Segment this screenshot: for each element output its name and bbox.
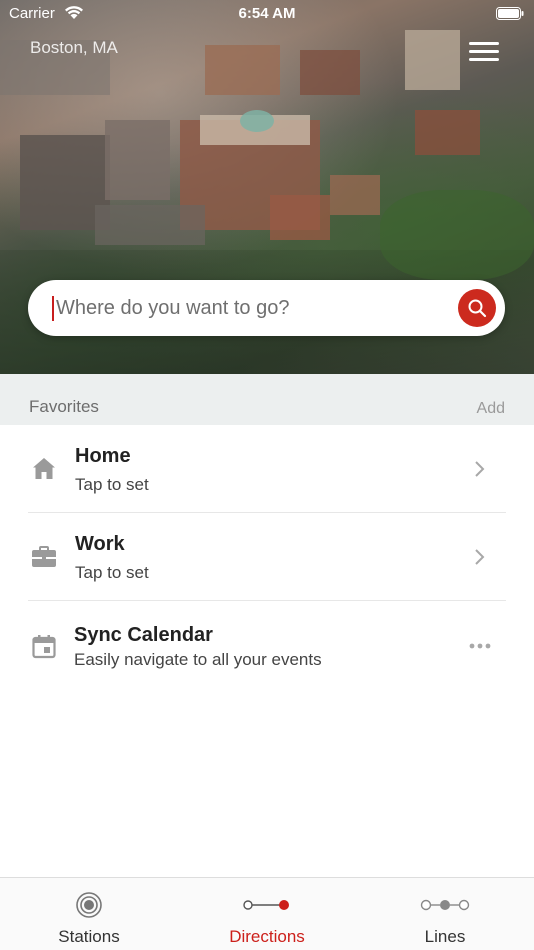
tab-directions[interactable]: Directions (178, 878, 356, 950)
favorite-title: Home (75, 445, 131, 467)
briefcase-icon (32, 546, 56, 567)
calendar-icon (32, 635, 56, 659)
favorite-title: Work (75, 533, 125, 555)
more-icon[interactable] (469, 643, 491, 649)
directions-icon (243, 900, 289, 910)
tab-label: Lines (424, 927, 466, 946)
favorite-subtitle: Tap to set (75, 563, 149, 582)
search-icon (468, 299, 487, 318)
favorite-item-work[interactable]: Work Tap to set (0, 513, 534, 601)
tab-bar: Stations Directions Lines (0, 877, 534, 950)
chevron-right-icon (475, 461, 485, 477)
search-input[interactable] (56, 290, 446, 326)
favorite-subtitle: Tap to set (75, 475, 149, 494)
favorites-title: Favorites (29, 397, 99, 416)
tab-label: Directions (229, 927, 305, 946)
favorites-header: Favorites Add (0, 374, 534, 425)
tab-stations[interactable]: Stations (0, 878, 178, 950)
status-bar: Carrier 6:54 AM (0, 0, 534, 28)
battery-icon (496, 7, 524, 20)
search-bar[interactable] (28, 280, 505, 336)
favorite-item-home[interactable]: Home Tap to set (0, 425, 534, 513)
location-label: Boston, MA (30, 38, 118, 57)
search-button[interactable] (458, 289, 496, 327)
text-cursor (52, 296, 54, 321)
chevron-right-icon (475, 549, 485, 565)
home-icon (33, 458, 55, 479)
tab-lines[interactable]: Lines (356, 878, 534, 950)
lines-icon (420, 899, 470, 911)
stations-icon (76, 892, 102, 918)
favorite-subtitle: Easily navigate to all your events (74, 650, 322, 669)
status-time: 6:54 AM (238, 5, 296, 22)
tab-label: Stations (58, 927, 120, 946)
add-favorite-button[interactable]: Add (477, 400, 505, 418)
favorite-item-sync-calendar[interactable]: Sync Calendar Easily navigate to all you… (0, 601, 534, 689)
favorite-title: Sync Calendar (74, 624, 213, 646)
hamburger-menu-icon[interactable] (469, 42, 499, 64)
hero-city-image: Carrier 6:54 AM Boston, MA (0, 0, 534, 374)
